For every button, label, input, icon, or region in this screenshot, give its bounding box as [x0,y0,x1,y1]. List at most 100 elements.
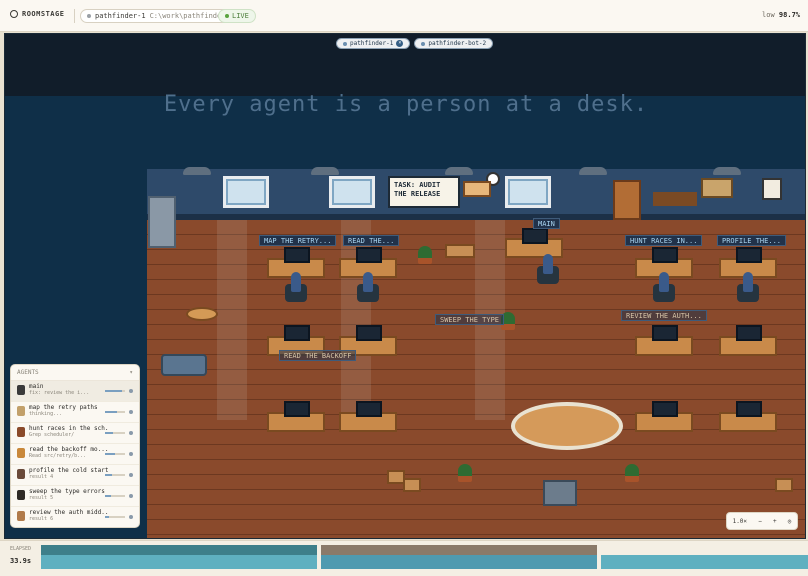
agent-row[interactable]: read the backoff mo... Read src/retry/b..… [11,444,139,465]
agent-progress [105,432,125,434]
elapsed-label: ELAPSED [10,546,32,552]
agent-progress [105,390,125,392]
cardboard-box [403,478,421,492]
agent-title: profile the cold start [29,467,109,474]
desk-label: HUNT RACES IN... [625,235,703,246]
agent-status-dot [129,389,133,393]
agent-avatar[interactable] [659,272,669,292]
agent-status: thinking... [29,411,63,417]
agent-progress [105,411,125,413]
agent-avatar[interactable] [363,272,373,292]
tab-label: pathfinder-bot-2 [428,40,487,47]
desk-label: MAIN [533,218,560,229]
agent-progress [105,453,125,455]
monitor [652,325,678,341]
app-logo[interactable]: ROOMSTAGE [10,10,64,18]
agent-row[interactable]: main fix: review the i... [11,381,139,402]
timeline-segment[interactable] [320,545,598,569]
collapse-icon[interactable]: ▾ [129,369,133,376]
timeline-segment[interactable] [41,545,318,569]
agent-title: main [29,383,44,390]
monitor [652,247,678,263]
agent-row[interactable]: review the auth midd... result 6 [11,507,139,527]
crate [445,244,475,258]
close-icon[interactable]: × [396,40,404,47]
logo-icon [10,10,18,18]
session-tabs: pathfinder-1 × pathfinder-bot-2 [336,38,494,49]
divider [74,9,75,23]
agent-row[interactable]: hunt races in the sch... Grep scheduler/ [11,423,139,444]
app-title: ROOMSTAGE [22,10,65,18]
agent-progress-fill [105,516,109,518]
ceiling-lamp [579,167,607,175]
agent-progress-fill [105,474,112,476]
ceiling-lamp [713,167,741,175]
monitor [284,247,310,263]
agent-avatar-icon [17,385,25,395]
agent-status-dot [129,431,133,435]
desk-label: REVIEW THE AUTH... [621,310,707,321]
side-table [186,307,218,321]
plant [625,464,639,482]
meeting-table[interactable] [511,402,623,450]
segment-bottom [41,555,318,569]
walking-agent-label: READ THE BACKOFF [279,350,357,361]
zoom-prefix: low [762,11,775,19]
monitor [284,401,310,417]
top-bar: ROOMSTAGE pathfinder-1 C:\work\pathfinde… [0,0,808,32]
agent-row[interactable]: profile the cold start result 4 [11,465,139,486]
agent-avatar[interactable] [291,272,301,292]
light-beam [217,220,247,420]
plant [418,246,432,264]
timeline-bar: ELAPSED 33.9s [0,540,808,576]
agent-status: result 6 [29,516,54,522]
session-name: pathfinder-1 [95,12,146,20]
agents-panel: AGENTS ▾ main fix: review the i... map the… [10,364,140,528]
wall-poster [762,178,782,200]
monitor [356,325,382,341]
monitor [736,401,762,417]
session-selector[interactable]: pathfinder-1 C:\work\pathfinder ▾ [80,9,241,23]
walking-agent-label: SWEEP THE TYPE [435,314,505,325]
zoom-in-button[interactable]: + [773,518,777,525]
agent-row[interactable]: sweep the type errors result 5 [11,486,139,507]
task-sign: TASK: AUDIT THE RELEASE [388,176,460,208]
desk-label: PROFILE THE... [717,235,787,246]
ceiling-lamp [183,167,211,175]
agent-avatar[interactable] [743,272,753,292]
tab-pathfinder-1[interactable]: pathfinder-1 × [336,38,411,49]
zoom-readout: low 98.7% [762,11,800,19]
zoom-level: 1.0× [732,517,748,525]
agent-progress-fill [105,390,122,392]
agent-row[interactable]: map the retry paths thinking... [11,402,139,423]
agent-status: Grep scheduler/ [29,432,75,438]
ceiling-lamp [311,167,339,175]
agent-avatar[interactable] [543,254,553,274]
agent-progress-fill [105,495,111,497]
timeline[interactable] [41,545,808,569]
agent-avatar-icon [17,427,25,437]
cardboard-box [775,478,793,492]
live-dot-icon [225,14,229,18]
desk-label: READ THE... [343,235,400,246]
task-sign-line: THE RELEASE [394,190,441,198]
segment-top [320,545,598,555]
tab-pathfinder-bot-2[interactable]: pathfinder-bot-2 [414,38,494,49]
agent-progress [105,474,125,476]
agent-title: review the auth midd... [29,509,109,516]
agent-status-dot [129,452,133,456]
agent-progress [105,516,125,518]
zoom-out-button[interactable]: − [758,518,762,525]
monitor [356,247,382,263]
agent-status: result 5 [29,495,54,501]
agent-status: fix: review the i... [29,390,90,396]
task-sign-line: TASK: AUDIT [394,181,441,189]
agent-avatar-icon [17,511,25,521]
zoom-value: 98.7% [778,11,800,19]
recenter-icon[interactable]: ◎ [788,518,792,525]
agent-list: main fix: review the i... map the retry pa… [11,381,139,527]
segment-top [41,545,318,555]
agent-title: map the retry paths [29,404,98,411]
timeline-segment[interactable] [600,545,808,569]
segment-bottom [320,555,598,569]
